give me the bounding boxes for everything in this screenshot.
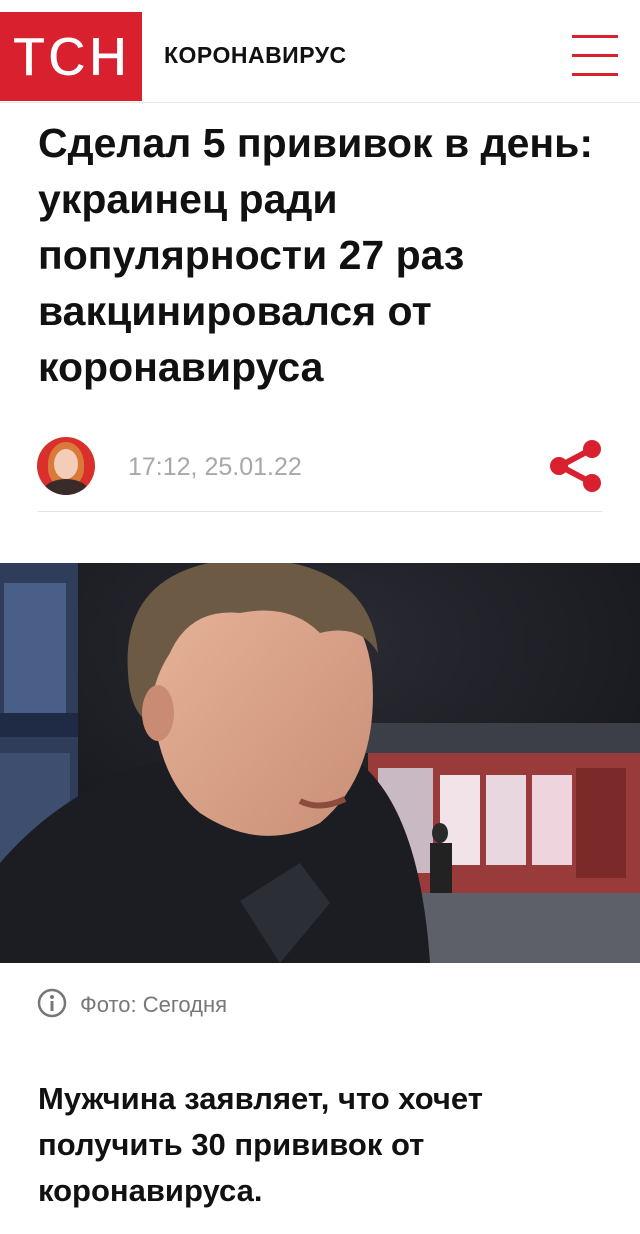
article-lead: Мужчина заявляет, что хочет получить 30 … (38, 1081, 483, 1208)
hamburger-menu-icon[interactable] (572, 33, 618, 79)
site-header: ТСН КОРОНАВИРУС (0, 0, 640, 103)
section-title[interactable]: КОРОНАВИРУС (164, 42, 347, 69)
info-icon[interactable] (37, 988, 67, 1018)
meta-divider (38, 511, 602, 512)
publish-timestamp: 17:12, 25.01.22 (128, 453, 302, 481)
logo-text: ТСН (12, 24, 130, 89)
photo-caption: Фото: Сегодня (80, 992, 228, 1017)
share-icon[interactable] (546, 436, 604, 496)
article-headline: Сделал 5 прививок в день: украинец ради … (38, 120, 594, 390)
author-avatar[interactable] (37, 437, 95, 495)
tsn-logo[interactable]: ТСН (0, 12, 142, 101)
article-photo[interactable] (0, 563, 640, 963)
